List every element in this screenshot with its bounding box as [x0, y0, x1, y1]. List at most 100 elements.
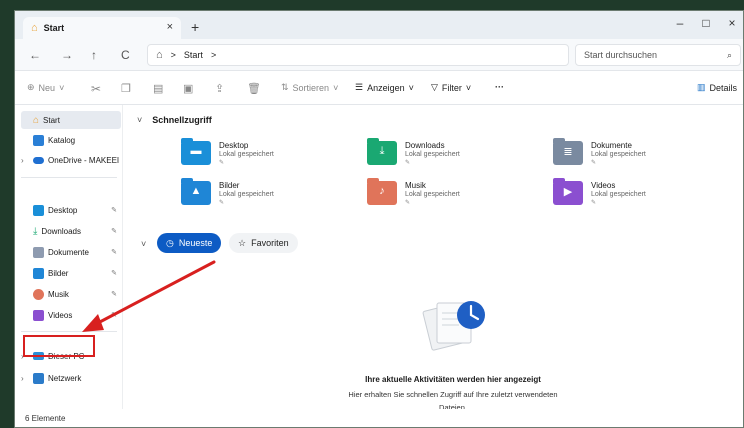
navigation-bar: ← → ↑ C ⌂ > Start > Start durchsuchen ⌕: [15, 39, 743, 71]
pin-icon: ✎: [591, 200, 597, 206]
home-icon: ⌂: [156, 49, 163, 61]
breadcrumb-separator: >: [170, 50, 176, 60]
tab-close-icon[interactable]: ×: [167, 21, 173, 33]
quick-access-item-pictures[interactable]: ▲ Bilder Lokal gespeichert ✎: [181, 178, 351, 206]
sidebar-item-label: Bilder: [48, 268, 69, 278]
tab-recent-label: Neueste: [178, 238, 213, 248]
sidebar-item-desktop[interactable]: Desktop ✎: [21, 201, 121, 219]
clock-icon: ◷: [166, 237, 174, 248]
details-button[interactable]: ▥ Details: [697, 82, 737, 93]
pin-icon: ✎: [111, 228, 117, 235]
item-location: Lokal gespeichert: [591, 191, 646, 198]
pin-icon: ✎: [591, 160, 597, 166]
chevron-down-icon: ˅: [333, 82, 339, 93]
sidebar-item-music[interactable]: Musik ✎: [21, 285, 121, 303]
back-button[interactable]: ←: [29, 48, 41, 62]
filter-button[interactable]: ▽ Filter ˅: [431, 82, 471, 93]
chevron-down-icon: ˅: [465, 82, 472, 93]
sidebar-item-videos[interactable]: Videos ✎: [21, 306, 121, 324]
search-input[interactable]: Start durchsuchen ⌕: [575, 44, 741, 66]
chevron-down-icon[interactable]: ˅: [141, 239, 146, 249]
tab-start[interactable]: ⌂ Start ×: [23, 17, 181, 39]
search-placeholder: Start durchsuchen: [584, 50, 658, 60]
chevron-down-icon: ˅: [59, 82, 65, 93]
tab-recent[interactable]: ◷ Neueste: [157, 233, 222, 253]
quick-access-header[interactable]: ˅ Schnellzugriff: [137, 115, 212, 125]
sidebar-item-label: Musik: [48, 289, 69, 299]
item-name: Dokumente: [591, 141, 632, 150]
recent-files-illustration: [422, 301, 485, 351]
quick-access-item-music[interactable]: ♪ Musik Lokal gespeichert ✎: [367, 178, 537, 206]
download-icon: ⤓: [33, 225, 38, 237]
sidebar-divider: [21, 177, 117, 178]
star-icon: ☆: [238, 237, 247, 248]
chevron-right-icon[interactable]: ›: [21, 374, 29, 383]
sidebar-item-pictures[interactable]: Bilder ✎: [21, 264, 121, 282]
sidebar-item-catalog[interactable]: Katalog: [21, 131, 121, 149]
pin-icon: ✎: [111, 249, 117, 256]
quick-access-item-downloads[interactable]: ⤓ Downloads Lokal gespeichert ✎: [367, 138, 537, 166]
pin-icon: ✎: [405, 160, 411, 166]
tab-favorites[interactable]: ☆ Favoriten: [229, 233, 298, 253]
desktop-folder-icon: ▬: [181, 138, 211, 165]
item-location: Lokal gespeichert: [591, 151, 646, 158]
sidebar-item-label: Desktop: [48, 205, 78, 215]
sidebar-item-documents[interactable]: Dokumente ✎: [21, 243, 121, 261]
quick-access-item-videos[interactable]: ▶ Videos Lokal gespeichert ✎: [553, 178, 723, 206]
home-icon: ⌂: [31, 22, 38, 34]
sidebar-divider: [21, 331, 117, 332]
sidebar-item-network[interactable]: › Netzwerk: [21, 369, 121, 387]
refresh-button[interactable]: C: [121, 48, 130, 62]
plus-circle-icon: ⊕: [27, 82, 35, 92]
empty-state-title: Ihre aktuelle Aktivitäten werden hier an…: [365, 375, 541, 384]
item-location: Lokal gespeichert: [219, 191, 274, 198]
details-pane-icon: ▥: [697, 82, 706, 92]
view-label: Anzeigen: [367, 82, 405, 93]
gallery-icon: [33, 134, 44, 146]
forward-button[interactable]: →: [61, 48, 73, 62]
sidebar-item-label: Dokumente: [48, 247, 89, 257]
sidebar-item-label: Katalog: [48, 135, 76, 145]
up-button[interactable]: ↑: [91, 48, 97, 62]
pictures-icon: [33, 267, 44, 279]
chevron-right-icon[interactable]: ›: [21, 156, 29, 165]
sort-button[interactable]: ⇅ Sortieren ˅: [281, 82, 338, 93]
item-name: Downloads: [405, 141, 445, 150]
home-icon: ⌂: [33, 114, 40, 126]
sidebar-item-label: Downloads: [41, 226, 81, 236]
quick-access-item-documents[interactable]: ≣ Dokumente Lokal gespeichert ✎: [553, 138, 723, 166]
pin-icon: ✎: [111, 270, 117, 277]
new-tab-button[interactable]: +: [191, 19, 199, 35]
view-button[interactable]: ☰ Anzeigen ˅: [355, 82, 414, 93]
close-window-button[interactable]: ×: [717, 16, 743, 30]
sidebar-item-downloads[interactable]: ⤓ Downloads ✎: [21, 222, 121, 240]
pictures-folder-icon: ▲: [181, 178, 211, 205]
share-icon[interactable]: ⇪: [215, 82, 224, 95]
item-location: Lokal gespeichert: [405, 151, 460, 158]
more-options-button[interactable]: ···: [495, 82, 504, 92]
paste-icon[interactable]: ▤: [153, 82, 163, 95]
cloud-icon: [33, 156, 44, 164]
address-bar[interactable]: ⌂ > Start >: [147, 44, 569, 66]
downloads-folder-icon: ⤓: [367, 138, 397, 165]
document-icon: [33, 246, 44, 258]
file-explorer-window: ⌂ Start × + – □ × ← → ↑ C ⌂ > Start > St…: [14, 10, 744, 428]
copy-icon[interactable]: ❐: [121, 82, 131, 95]
new-button[interactable]: ⊕ Neu ˅: [27, 82, 64, 93]
title-bar: ⌂ Start × + – □ ×: [15, 11, 743, 39]
delete-icon[interactable]: 🗑: [247, 82, 261, 95]
breadcrumb-chevron[interactable]: >: [211, 50, 216, 60]
quick-access-title: Schnellzugriff: [152, 115, 212, 125]
sidebar-item-start[interactable]: ⌂ Start: [21, 111, 121, 129]
quick-access-item-desktop[interactable]: ▬ Desktop Lokal gespeichert ✎: [181, 138, 351, 166]
tab-favorites-label: Favoriten: [251, 238, 289, 248]
sort-icon: ⇅: [281, 82, 289, 92]
desktop-icon: [33, 204, 44, 216]
sidebar-item-label: Netzwerk: [48, 373, 82, 383]
pin-icon: ✎: [111, 291, 117, 298]
breadcrumb-start[interactable]: Start: [184, 50, 203, 60]
chevron-down-icon: ˅: [408, 82, 414, 93]
cut-icon[interactable]: ✂: [91, 82, 101, 96]
sidebar-item-onedrive[interactable]: › OneDrive - MAKEEI: [21, 151, 121, 169]
rename-icon[interactable]: ▣: [183, 82, 193, 95]
